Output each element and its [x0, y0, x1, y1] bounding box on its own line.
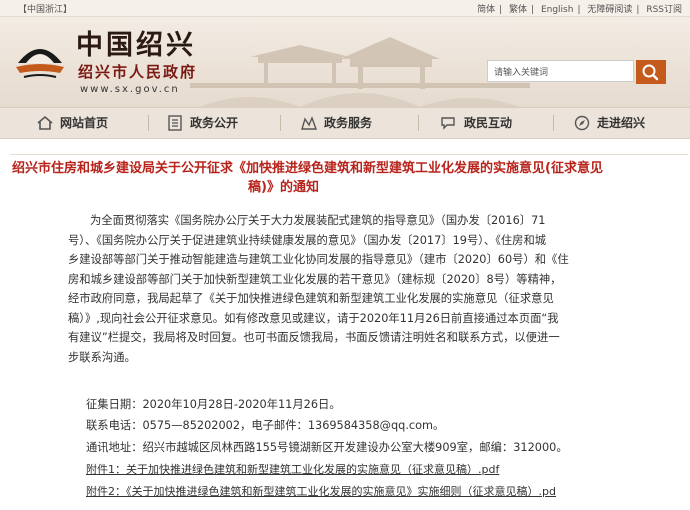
- body-line: 经市政府同意，我局起草了《关于加快推进绿色建筑和新型建筑工业化发展的实施意见（征…: [68, 292, 554, 305]
- top-links: 简体 | 繁体 | English | 无障碍阅读 | RSS订阅: [475, 2, 684, 15]
- site-title: 中国绍兴: [76, 30, 196, 61]
- nav-label: 政民互动: [464, 116, 513, 130]
- site-header: 中国绍兴 绍兴市人民政府 www.sx.gov.cn 请输入关键词: [0, 17, 690, 107]
- site-subtitle: 绍兴市人民政府: [78, 63, 198, 81]
- body-line: 房和城乡建设部等部门关于加快新型建筑工业化发展的若干意见》（建标规〔2020〕8…: [68, 272, 562, 286]
- compass-icon: [574, 115, 590, 131]
- service-icon: [301, 116, 317, 130]
- nav-label: 网站首页: [60, 116, 109, 130]
- nav-divider: [148, 115, 149, 131]
- nav-label: 政务公开: [190, 116, 239, 130]
- separator: |: [636, 5, 640, 15]
- separator: |: [499, 5, 503, 15]
- nav-item-gov-open[interactable]: 政务公开: [166, 108, 256, 138]
- search-icon: [642, 64, 659, 81]
- region-link[interactable]: 【中国浙江】: [18, 2, 72, 15]
- body-line: 号）、《国务院办公厅关于促进建筑业持续健康发展的意见》（国办发〔2017〕19号…: [68, 233, 547, 247]
- separator: |: [531, 5, 535, 15]
- nav-divider: [280, 115, 281, 131]
- nav-item-gov-service[interactable]: 政务服务: [300, 108, 390, 138]
- contact-info: 联系电话：0575—85202002，电子邮件：1369584358@qq.co…: [86, 419, 445, 432]
- title-divider: [10, 154, 688, 155]
- search-button[interactable]: [636, 60, 666, 84]
- article-title-line: 稿)》的通知: [248, 180, 319, 195]
- home-icon: [37, 115, 53, 130]
- boat-canopy-logo[interactable]: [14, 33, 66, 89]
- nav-item-home[interactable]: 网站首页: [36, 108, 126, 138]
- body-line: 乡建设部等部门关于推动智能建造与建筑工业化协同发展的指导意见》（建市〔2020〕…: [68, 253, 569, 266]
- article-body: 为全面贯彻落实《国务院办公厅关于大力发展装配式建筑的指导意见》（国办发〔2016…: [68, 211, 608, 367]
- document-list-icon: [168, 115, 182, 131]
- body-line: 有建议”栏提交，我局将及时回复。也可书面反馈我局，书面反馈请注明姓名和联系方式，…: [68, 331, 560, 344]
- top-bar: 【中国浙江】 简体 | 繁体 | English | 无障碍阅读 | RSS订阅: [0, 0, 690, 17]
- body-line: 为全面贯彻落实《国务院办公厅关于大力发展装配式建筑的指导意见》（国办发〔2016…: [90, 214, 546, 227]
- article-title-line: 绍兴市住房和城乡建设局关于公开征求《加快推进绿色建筑和新型建筑工业化发展的实施意…: [12, 161, 603, 176]
- body-line: 步联系沟通。: [68, 350, 136, 364]
- article: 绍兴市住房和城乡建设局关于公开征求《加快推进绿色建筑和新型建筑工业化发展的实施意…: [0, 141, 690, 510]
- link-simplified[interactable]: 简体: [477, 5, 495, 15]
- nav-divider: [553, 115, 554, 131]
- site-url: www.sx.gov.cn: [80, 84, 180, 95]
- link-rss[interactable]: RSS订阅: [646, 5, 682, 15]
- collection-period: 征集日期：2020年10月28日-2020年11月26日。: [86, 398, 341, 411]
- link-english[interactable]: English: [541, 5, 574, 15]
- nav-divider: [418, 115, 419, 131]
- search-input[interactable]: 请输入关键词: [487, 60, 634, 82]
- main-nav: 网站首页 政务公开 政务服务 政民互动 走进绍兴: [0, 107, 690, 139]
- nav-label: 走进绍兴: [597, 116, 646, 130]
- link-accessibility[interactable]: 无障碍阅读: [587, 5, 632, 15]
- body-line: 稿）》,现向社会公开征求意见。如有修改意见或建议，请于2020年11月26日前直…: [68, 311, 559, 325]
- mailing-address: 通讯地址：绍兴市越城区凤林西路155号镜湖新区开发建设办公室大楼909室，邮编：…: [86, 441, 568, 454]
- link-traditional[interactable]: 繁体: [509, 5, 527, 15]
- nav-label: 政务服务: [324, 116, 373, 130]
- nav-item-about-shaoxing[interactable]: 走进绍兴: [573, 108, 663, 138]
- attachment-link-2[interactable]: 附件2：《关于加快推进绿色建筑和新型建筑工业化发展的实施意见》实施细则（征求意见…: [86, 482, 556, 502]
- chat-icon: [441, 117, 455, 130]
- article-title: 绍兴市住房和城乡建设局关于公开征求《加快推进绿色建筑和新型建筑工业化发展的实施意…: [12, 159, 684, 197]
- separator: |: [577, 5, 581, 15]
- bridge-illustration: [190, 37, 530, 107]
- attachment-link-1[interactable]: 附件1：关于加快推进绿色建筑和新型建筑工业化发展的实施意见（征求意见稿）.pdf: [86, 460, 499, 480]
- nav-item-interaction[interactable]: 政民互动: [440, 108, 530, 138]
